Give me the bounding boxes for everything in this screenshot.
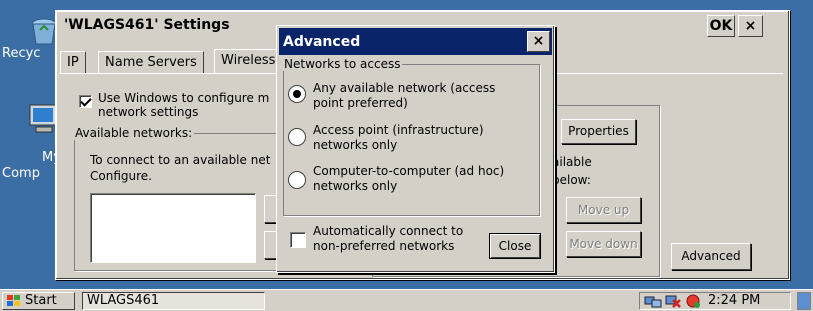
available-networks-title: Available networks: xyxy=(73,126,195,140)
auto-connect-label-line2: non-preferred networks xyxy=(313,239,455,253)
radio-ad-hoc-only[interactable] xyxy=(288,171,306,189)
desktop-icon-recycle-bin[interactable]: Recyc xyxy=(0,10,60,61)
tab-wireless[interactable]: Wireless xyxy=(214,49,283,73)
advanced-dialog-close-action[interactable]: Close xyxy=(489,233,541,259)
network-icon[interactable] xyxy=(644,294,662,308)
wireless-status-icon[interactable] xyxy=(684,293,702,309)
advanced-dialog-titlebar: Advanced × xyxy=(279,28,552,55)
tab-ip[interactable]: IP xyxy=(60,51,86,73)
advanced-dialog-title: Advanced xyxy=(283,34,361,50)
radio-access-point-line1: Access point (infrastructure) xyxy=(313,123,484,137)
radio-any-available-line2: point preferred) xyxy=(313,96,408,110)
radio-access-point-only[interactable] xyxy=(288,128,306,146)
window-title: 'WLAGS461' Settings xyxy=(64,17,230,33)
windows-flag-icon xyxy=(7,295,20,306)
auto-connect-checkbox[interactable] xyxy=(290,232,306,248)
advanced-button[interactable]: Advanced xyxy=(671,243,751,270)
use-windows-label-line2: network settings xyxy=(98,105,199,119)
desktop-icon-my-computer[interactable]: My Comp xyxy=(0,98,61,188)
system-tray: 2:24 PM xyxy=(639,292,791,310)
move-down-button[interactable]: Move down xyxy=(566,231,641,257)
available-networks-desc-line1: To connect to an available net xyxy=(90,153,271,167)
start-button[interactable]: Start xyxy=(2,292,75,310)
preferred-text-line2: below: xyxy=(552,173,591,187)
use-windows-checkbox[interactable] xyxy=(79,95,92,108)
move-up-button[interactable]: Move up xyxy=(566,197,641,223)
preferred-text-line1: ailable xyxy=(552,155,592,169)
clock[interactable]: 2:24 PM xyxy=(708,293,760,308)
taskbar-item-wlags461[interactable]: WLAGS461 xyxy=(82,292,265,310)
radio-ad-hoc-line1: Computer-to-computer (ad hoc) xyxy=(313,164,505,178)
available-networks-desc-line2: Configure. xyxy=(90,169,152,183)
advanced-dialog: Advanced × Networks to access Any availa… xyxy=(276,25,555,273)
close-button[interactable]: × xyxy=(738,15,763,37)
radio-access-point-line2: networks only xyxy=(313,138,398,152)
tab-name-servers[interactable]: Name Servers xyxy=(98,51,204,73)
radio-any-available-line1: Any available network (access xyxy=(313,81,496,95)
networks-to-access-title: Networks to access xyxy=(282,57,403,71)
connection-error-icon[interactable] xyxy=(664,293,682,309)
start-label: Start xyxy=(25,293,57,308)
advanced-dialog-close-button[interactable]: × xyxy=(527,31,550,52)
radio-any-available[interactable] xyxy=(288,85,306,103)
use-windows-label-line1: Use Windows to configure m xyxy=(98,91,270,105)
radio-ad-hoc-line2: networks only xyxy=(313,179,398,193)
properties-button[interactable]: Properties xyxy=(561,119,636,144)
available-networks-list[interactable] xyxy=(90,193,256,263)
desktop-icon-label: Recyc xyxy=(2,46,41,61)
auto-connect-label-line1: Automatically connect to xyxy=(313,224,464,238)
ok-button[interactable]: OK xyxy=(707,15,735,37)
desktop-icon-label: Comp xyxy=(2,166,40,181)
taskbar: Start WLAGS461 2:24 PM xyxy=(0,289,813,311)
show-desktop-icon[interactable] xyxy=(797,292,811,310)
